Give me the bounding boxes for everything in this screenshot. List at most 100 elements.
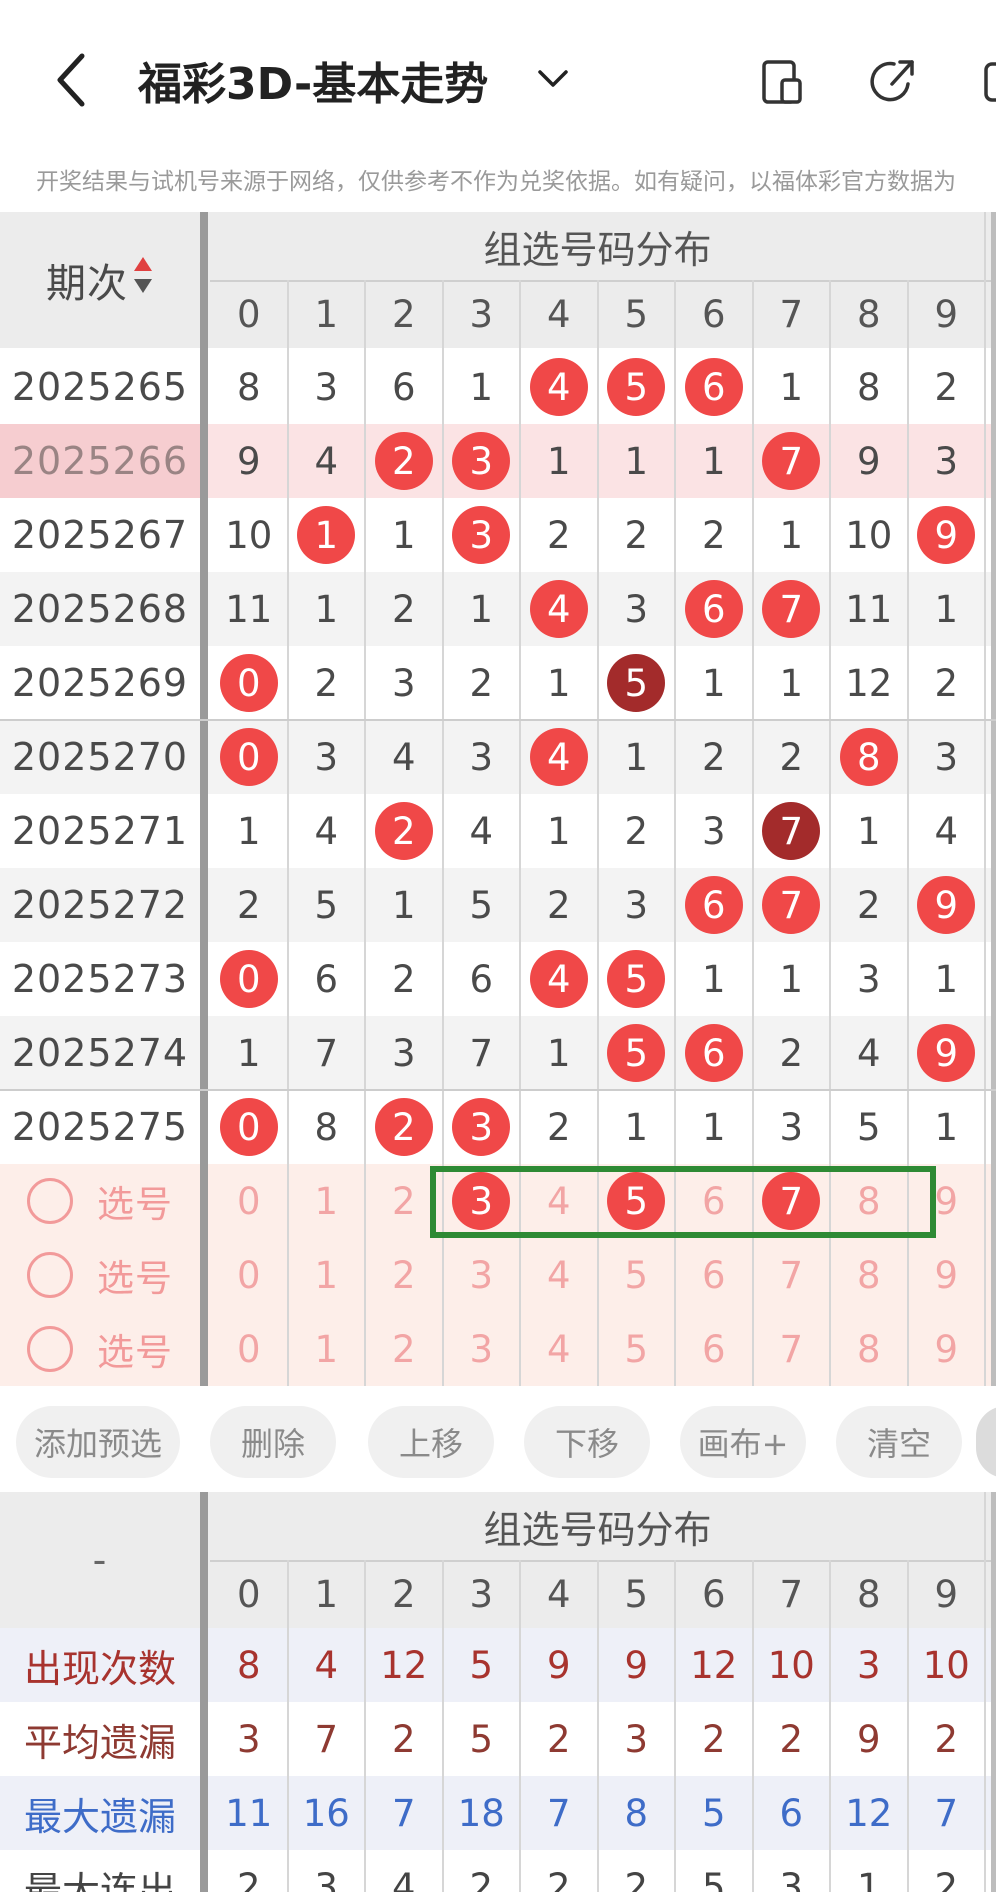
stats-value: 5: [469, 1717, 494, 1761]
number-ball: 2: [374, 1098, 433, 1156]
grid-cell: 7: [753, 794, 831, 868]
grid-cell: 4: [908, 794, 986, 868]
more-button[interactable]: [976, 1406, 996, 1478]
number-ball: 2: [374, 432, 433, 490]
grid-cell: 2: [443, 646, 521, 720]
back-arrow-icon[interactable]: [52, 52, 92, 108]
select-cell[interactable]: 5: [598, 1238, 676, 1312]
select-label: 选号: [97, 1183, 173, 1226]
miss-count: 1: [624, 735, 649, 779]
move-up-button[interactable]: 上移: [368, 1406, 494, 1478]
grid-cell: 7: [753, 424, 831, 498]
number-ball: 4: [529, 950, 588, 1008]
select-cell[interactable]: 7: [753, 1238, 831, 1312]
grid-cell: 6: [443, 942, 521, 1016]
tablet-icon[interactable]: [756, 56, 808, 108]
stats-value: 2: [391, 1717, 416, 1761]
stats-value: 12: [690, 1643, 738, 1687]
number-ball: 7: [762, 432, 821, 490]
grid-cell: 6: [675, 868, 753, 942]
select-cell[interactable]: 0: [210, 1164, 288, 1238]
select-number: 3: [469, 1253, 494, 1297]
stats-value: 3: [236, 1717, 261, 1761]
select-cell[interactable]: 3: [443, 1238, 521, 1312]
stats-row-label: 平均遗漏: [23, 1720, 176, 1765]
select-number: 9: [934, 1179, 959, 1223]
select-cell[interactable]: 5: [598, 1312, 676, 1386]
share-icon[interactable]: [868, 56, 920, 108]
column-header-1: 1: [314, 292, 339, 336]
select-row-label[interactable]: 选号: [0, 1312, 200, 1386]
more-icon[interactable]: [982, 56, 996, 108]
grid-cell: 10: [830, 498, 908, 572]
page-title[interactable]: 福彩3D-基本走势: [138, 48, 488, 112]
grid-cell: 1: [675, 646, 753, 720]
miss-count: 4: [391, 735, 416, 779]
sort-icon[interactable]: [132, 255, 154, 305]
select-cell[interactable]: 3: [443, 1312, 521, 1386]
radio-circle-icon[interactable]: [27, 1178, 73, 1224]
select-cell[interactable]: 4: [520, 1312, 598, 1386]
miss-count: 1: [934, 587, 959, 631]
miss-count: 5: [469, 883, 494, 927]
move-down-button[interactable]: 下移: [524, 1406, 650, 1478]
delete-button[interactable]: 删除: [210, 1406, 336, 1478]
grid-cell: 1: [288, 572, 366, 646]
select-cell[interactable]: 8: [830, 1312, 908, 1386]
select-row-label[interactable]: 选号: [0, 1164, 200, 1238]
number-ball: 0: [219, 950, 278, 1008]
period-header[interactable]: 期次: [0, 212, 200, 348]
column-divider: [364, 280, 366, 1386]
select-cell[interactable]: 4: [520, 1238, 598, 1312]
radio-circle-icon[interactable]: [27, 1252, 73, 1298]
grid-cell: 2: [598, 498, 676, 572]
number-ball: 0: [219, 654, 278, 712]
select-cell[interactable]: 6: [675, 1312, 753, 1386]
miss-count: 4: [469, 809, 494, 853]
select-cell[interactable]: 0: [210, 1312, 288, 1386]
select-cell[interactable]: 9: [908, 1312, 986, 1386]
number-ball: 7: [762, 580, 821, 638]
select-cell[interactable]: 8: [830, 1238, 908, 1312]
grid-cell: 3: [443, 424, 521, 498]
select-cell[interactable]: 1: [288, 1238, 366, 1312]
column-header-2: 2: [391, 292, 416, 336]
grid-cell: 1: [365, 868, 443, 942]
trend-group-header: 组选号码分布: [483, 227, 712, 272]
select-cell[interactable]: 2: [365, 1312, 443, 1386]
select-cell[interactable]: 0: [210, 1238, 288, 1312]
column-header-3: 3: [469, 292, 494, 336]
grid-cell: 1: [443, 350, 521, 424]
select-cell[interactable]: 1: [288, 1312, 366, 1386]
select-cell[interactable]: 6: [675, 1238, 753, 1312]
period-cell: 2025266: [11, 439, 189, 483]
select-cell[interactable]: 9: [908, 1238, 986, 1312]
miss-count: 4: [314, 439, 339, 483]
select-row-label[interactable]: 选号: [0, 1238, 200, 1312]
number-ball: 9: [917, 1024, 976, 1082]
miss-count: 3: [624, 883, 649, 927]
select-number: 0: [236, 1327, 261, 1371]
grid-cell: 7: [753, 572, 831, 646]
stats-value: 9: [624, 1643, 649, 1687]
number-ball: 8: [839, 728, 898, 786]
grid-cell: 5: [598, 1016, 676, 1090]
canvas-plus-button[interactable]: 画布+: [680, 1406, 806, 1478]
radio-circle-icon[interactable]: [27, 1326, 73, 1372]
app-header: 福彩3D-基本走势: [0, 0, 996, 150]
stats-row-label: 最大遗漏: [23, 1794, 176, 1839]
add-preselect-button[interactable]: 添加预选: [16, 1406, 180, 1478]
miss-count: 1: [469, 365, 494, 409]
stats-value: 10: [767, 1643, 815, 1687]
number-ball: 0: [219, 1098, 278, 1156]
select-cell[interactable]: 2: [365, 1238, 443, 1312]
number-ball: 7: [762, 876, 821, 934]
select-cell[interactable]: 1: [288, 1164, 366, 1238]
select-cell[interactable]: 7: [753, 1312, 831, 1386]
grid-cell: 3: [443, 720, 521, 794]
chevron-down-icon[interactable]: [536, 66, 570, 90]
select-number: 9: [934, 1327, 959, 1371]
grid-cell: 4: [520, 942, 598, 1016]
miss-count: 5: [856, 1105, 881, 1149]
clear-button[interactable]: 清空: [836, 1406, 962, 1478]
